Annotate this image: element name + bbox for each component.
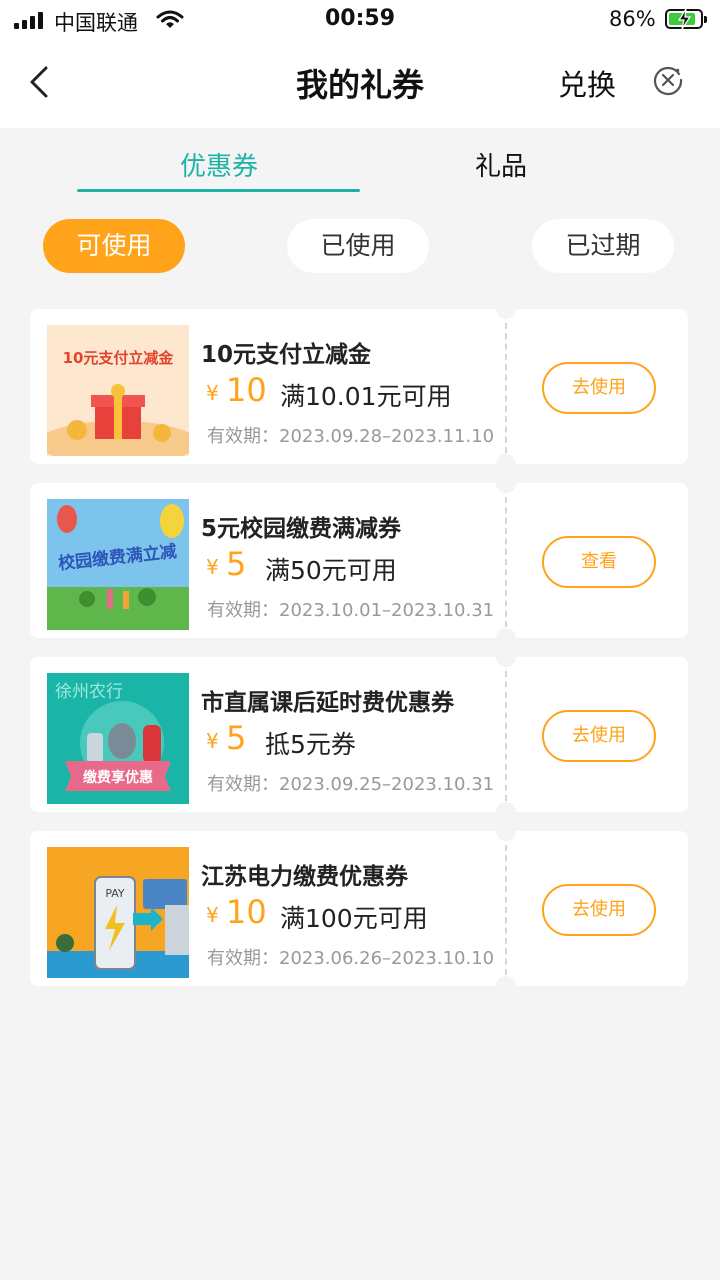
card-divider	[505, 671, 507, 801]
battery-icon	[665, 8, 707, 30]
coupon-card[interactable]: PAY 江苏电力缴费优惠券 ¥ 10 满100元可用 有效期：2023.06.2…	[30, 821, 688, 996]
coupon-card[interactable]: 校园缴费满立减 5元校园缴费满减券 ¥ 5 满50元可用 有效期：2023.10…	[30, 473, 688, 648]
tab-coupons[interactable]: 优惠券	[78, 146, 360, 183]
coupon-card[interactable]: 10元支付立减金 10元支付立减金 ¥ 10 满10.01元可用 有效期：202…	[30, 299, 688, 474]
coupon-image-text: PAY	[105, 887, 125, 900]
filter-available[interactable]: 可使用	[43, 219, 185, 273]
coupon-card[interactable]: 徐州农行 缴费享优惠 市直属课后延时费优惠券 ¥ 5 抵5元券 有效期：2023…	[30, 647, 688, 822]
coupon-amount: 5	[226, 719, 247, 757]
coupon-condition: 抵5元券	[265, 730, 356, 759]
coupon-image: PAY	[47, 847, 189, 978]
tab-bar: 优惠券 礼品	[0, 128, 720, 198]
view-coupon-button[interactable]: 查看	[542, 536, 656, 588]
card-notch	[496, 454, 516, 474]
coupon-title: 5元校园缴费满减券	[201, 516, 402, 542]
coupon-validity: 有效期：2023.09.25–2023.10.31	[207, 774, 495, 795]
card-notch	[496, 299, 516, 319]
card-divider	[505, 323, 507, 453]
filter-expired[interactable]: 已过期	[532, 219, 674, 273]
coupon-condition: 满50元可用	[265, 556, 397, 585]
card-notch	[496, 802, 516, 822]
coupon-image-text: 徐州农行	[55, 682, 123, 702]
coupon-validity: 有效期：2023.06.26–2023.10.10	[207, 948, 495, 969]
coupon-title: 江苏电力缴费优惠券	[201, 864, 408, 890]
coupon-validity: 有效期：2023.09.28–2023.11.10	[207, 426, 495, 447]
battery-percent: 86%	[609, 7, 656, 31]
card-notch	[496, 976, 516, 996]
coupon-image-banner: 缴费享优惠	[83, 769, 153, 786]
card-notch	[496, 821, 516, 841]
coupon-condition: 满100元可用	[280, 904, 428, 933]
close-icon[interactable]	[652, 64, 684, 96]
currency-symbol: ¥	[206, 903, 219, 927]
card-divider	[505, 845, 507, 975]
coupon-title: 10元支付立减金	[201, 342, 372, 368]
use-coupon-button[interactable]: 去使用	[542, 362, 656, 414]
status-bar: 中国联通 00:59 86%	[0, 0, 720, 40]
card-divider	[505, 497, 507, 627]
coupon-validity: 有效期：2023.10.01–2023.10.31	[207, 600, 495, 621]
use-coupon-button[interactable]: 去使用	[542, 710, 656, 762]
nav-bar: 我的礼券 兑换	[0, 40, 720, 128]
tab-gifts[interactable]: 礼品	[360, 146, 642, 183]
card-notch	[496, 628, 516, 648]
charging-bolt-icon	[677, 8, 692, 30]
use-coupon-button[interactable]: 去使用	[542, 884, 656, 936]
exchange-button[interactable]: 兑换	[558, 62, 616, 104]
coupon-image: 校园缴费满立减	[47, 499, 189, 630]
coupon-title: 市直属课后延时费优惠券	[201, 690, 454, 716]
currency-symbol: ¥	[206, 381, 219, 405]
coupon-condition: 满10.01元可用	[280, 382, 452, 411]
currency-symbol: ¥	[206, 729, 219, 753]
coupon-amount: 10	[226, 371, 267, 409]
coupon-image: 10元支付立减金	[47, 325, 189, 456]
coupon-image-text: 10元支付立减金	[63, 349, 175, 367]
coupon-image: 徐州农行 缴费享优惠	[47, 673, 189, 804]
coupon-amount: 5	[226, 545, 247, 583]
currency-symbol: ¥	[206, 555, 219, 579]
coupon-amount: 10	[226, 893, 267, 931]
active-tab-indicator	[77, 189, 360, 192]
card-notch	[496, 473, 516, 493]
card-notch	[496, 647, 516, 667]
filter-used[interactable]: 已使用	[287, 219, 429, 273]
